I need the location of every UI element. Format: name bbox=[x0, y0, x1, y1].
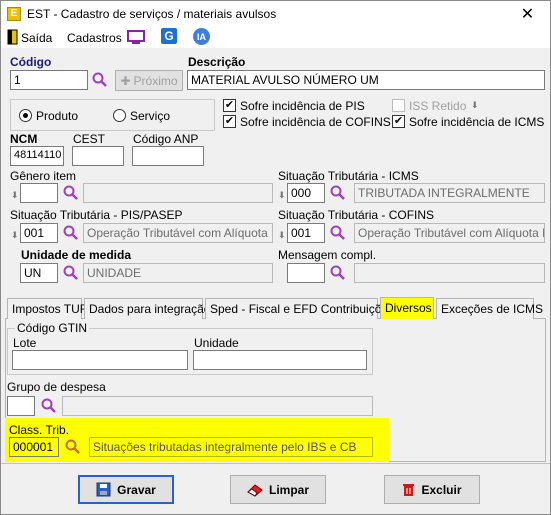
title-bar: E EST - Cadastro de serviços / materiais… bbox=[1, 1, 550, 28]
menu-saida[interactable]: Saída bbox=[21, 31, 52, 45]
genero-arrow-icon: ⬇ bbox=[11, 190, 19, 200]
tab-dados-integracao[interactable]: Dados para integração bbox=[84, 298, 210, 319]
descricao-label: Descrição bbox=[188, 55, 246, 69]
sit-cofins-search-icon[interactable] bbox=[330, 225, 346, 241]
unidade-label: Unidade de medida bbox=[21, 248, 132, 262]
cofins-label: Sofre incidência de COFINS bbox=[240, 115, 391, 129]
icms-label: Sofre incidência de ICMS bbox=[409, 115, 545, 129]
sit-pis-desc: Operação Tributável com Alíquota Bási bbox=[83, 223, 273, 243]
grupo-search-icon[interactable] bbox=[41, 398, 57, 414]
tab-sped[interactable]: Sped - Fiscal e EFD Contribuições bbox=[205, 298, 394, 319]
codigo-input[interactable]: 1 bbox=[10, 70, 88, 90]
ncm-input[interactable]: 48114110 bbox=[10, 146, 64, 166]
mensagem-search-icon[interactable] bbox=[330, 265, 346, 281]
sit-pis-input[interactable]: 001 bbox=[20, 223, 58, 243]
grupo-label: Grupo de despesa bbox=[7, 380, 106, 394]
trash-icon bbox=[402, 482, 415, 497]
app-icon: E bbox=[7, 7, 21, 21]
ncm-label: NCM bbox=[10, 132, 38, 146]
sit-pis-label: Situação Tributária - PIS/PASEP bbox=[10, 208, 183, 222]
ia-assistant-icon[interactable]: IA bbox=[193, 28, 210, 45]
class-trib-input[interactable]: 000001 bbox=[9, 437, 59, 457]
codigo-search-icon[interactable] bbox=[92, 72, 108, 88]
genero-search-icon[interactable] bbox=[63, 185, 79, 201]
g-app-icon[interactable]: G bbox=[161, 28, 177, 44]
save-disk-icon bbox=[96, 482, 111, 497]
servico-label: Serviço bbox=[130, 109, 171, 123]
grupo-desc bbox=[62, 396, 373, 416]
window-title: EST - Cadastro de serviços / materiais a… bbox=[27, 7, 277, 21]
mensagem-input[interactable] bbox=[287, 263, 325, 283]
gtin-unidade-input[interactable] bbox=[193, 350, 367, 370]
icms-checkbox[interactable]: ✔ bbox=[392, 115, 405, 128]
unidade-search-icon[interactable] bbox=[63, 265, 79, 281]
gravar-button[interactable]: Gravar bbox=[78, 475, 174, 504]
proximo-button: ✚ Próximo bbox=[115, 70, 183, 91]
monitor-icon[interactable] bbox=[127, 29, 145, 45]
sit-icms-input[interactable]: 000 bbox=[287, 183, 325, 203]
lote-label: Lote bbox=[13, 336, 37, 350]
pis-checkbox[interactable]: ✔ bbox=[223, 99, 236, 112]
pis-label: Sofre incidência de PIS bbox=[240, 99, 365, 113]
tab-diversos[interactable]: Diversos bbox=[380, 297, 434, 319]
genero-desc bbox=[83, 183, 273, 203]
anp-input[interactable] bbox=[132, 146, 204, 166]
iss-checkbox bbox=[392, 99, 405, 112]
class-trib-search-icon[interactable] bbox=[65, 439, 81, 455]
codigo-label: Código bbox=[10, 55, 52, 69]
sit-icms-search-icon[interactable] bbox=[330, 185, 346, 201]
genero-input[interactable] bbox=[20, 183, 58, 203]
limpar-button[interactable]: Limpar bbox=[230, 475, 326, 504]
tab-excecoes-icms[interactable]: Exceções de ICMS bbox=[436, 298, 543, 319]
servico-radio[interactable] bbox=[113, 109, 126, 122]
plus-icon: ✚ bbox=[120, 73, 131, 88]
class-trib-label: Class. Trib. bbox=[9, 423, 70, 437]
sit-cofins-desc: Operação Tributável com Alíquota Bási bbox=[354, 223, 545, 243]
cest-label: CEST bbox=[73, 132, 106, 146]
iss-label: ISS Retido bbox=[409, 99, 467, 113]
unidade-desc: UNIDADE bbox=[83, 263, 273, 283]
genero-label: Gênero item bbox=[10, 169, 77, 183]
sit-icms-arrow-icon: ⬇ bbox=[278, 190, 286, 200]
cest-input[interactable] bbox=[72, 146, 124, 166]
sit-pis-search-icon[interactable] bbox=[63, 225, 79, 241]
produto-radio[interactable] bbox=[19, 109, 32, 122]
lote-input[interactable] bbox=[12, 350, 188, 370]
menu-cadastros[interactable]: Cadastros bbox=[67, 31, 122, 45]
anp-label: Código ANP bbox=[133, 132, 199, 146]
descricao-input[interactable]: MATERIAL AVULSO NÚMERO UM bbox=[187, 70, 545, 90]
gtin-unidade-label: Unidade bbox=[194, 336, 239, 350]
sit-cofins-label: Situação Tributária - COFINS bbox=[278, 208, 435, 222]
tab-impostos-tur[interactable]: Impostos TUR bbox=[7, 298, 88, 319]
excluir-button[interactable]: Excluir bbox=[384, 475, 480, 504]
sit-cofins-arrow-icon: ⬇ bbox=[278, 230, 286, 240]
menu-bar: Saída Cadastros G IA bbox=[1, 28, 550, 48]
mensagem-desc bbox=[354, 263, 545, 283]
exit-door-icon bbox=[7, 29, 19, 45]
footer-separator bbox=[1, 463, 550, 464]
main-window: E EST - Cadastro de serviços / materiais… bbox=[0, 0, 551, 515]
iss-arrow-icon: ⬇ bbox=[471, 100, 479, 110]
sit-icms-label: Situação Tributária - ICMS bbox=[278, 169, 419, 183]
close-window-button[interactable]: ✕ bbox=[505, 1, 550, 28]
unidade-input[interactable]: UN bbox=[20, 263, 58, 283]
sit-icms-desc: TRIBUTADA INTEGRALMENTE bbox=[354, 183, 545, 203]
cofins-checkbox[interactable]: ✔ bbox=[223, 115, 236, 128]
eraser-icon bbox=[247, 483, 263, 497]
grupo-input[interactable] bbox=[7, 396, 35, 416]
gtin-title: Código GTIN bbox=[15, 321, 90, 335]
sit-cofins-input[interactable]: 001 bbox=[287, 223, 325, 243]
sit-pis-arrow-icon: ⬇ bbox=[11, 230, 19, 240]
mensagem-label: Mensagem compl. bbox=[278, 248, 377, 262]
class-trib-desc: Situações tributadas integralmente pelo … bbox=[89, 437, 373, 457]
produto-label: Produto bbox=[36, 109, 79, 123]
